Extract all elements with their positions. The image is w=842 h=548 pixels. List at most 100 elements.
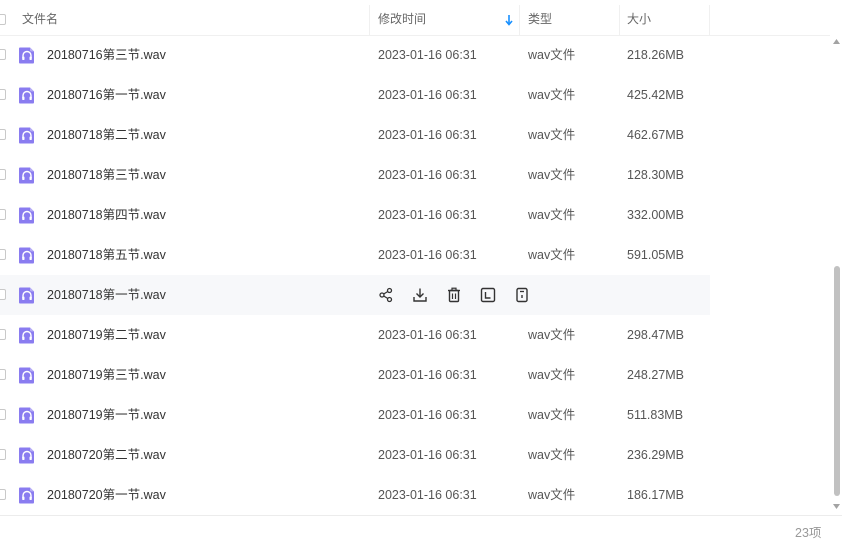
audio-file-icon (19, 247, 34, 264)
file-row[interactable]: 20180719第三节.wav 2023-01-16 06:31 wav文件 248.… (0, 355, 710, 395)
row-checkbox[interactable] (0, 209, 6, 220)
file-type: wav文件 (528, 168, 576, 182)
column-divider (619, 5, 620, 35)
file-type: wav文件 (528, 208, 576, 222)
audio-file-icon (19, 447, 34, 464)
file-list: 20180716第三节.wav 2023-01-16 06:31 wav文件 218.… (0, 35, 710, 515)
scroll-down-arrow-icon[interactable] (833, 504, 840, 509)
file-type: wav文件 (528, 368, 576, 382)
file-size: 462.67MB (627, 128, 684, 142)
row-checkbox[interactable] (0, 329, 6, 340)
footer-divider (0, 515, 842, 516)
download-icon[interactable] (412, 287, 428, 303)
file-name[interactable]: 20180718第四节.wav (47, 195, 166, 235)
table-header: 文件名 修改时间 类型 大小 (0, 5, 830, 36)
file-size: 186.17MB (627, 488, 684, 502)
scrollbar-thumb[interactable] (834, 266, 840, 496)
file-row[interactable]: 20180719第二节.wav 2023-01-16 06:31 wav文件 298.… (0, 315, 710, 355)
file-type: wav文件 (528, 488, 576, 502)
file-size: 591.05MB (627, 248, 684, 262)
modified-date: 2023-01-16 06:31 (378, 488, 477, 502)
column-divider (369, 5, 370, 35)
column-divider (709, 5, 710, 35)
file-type: wav文件 (528, 128, 576, 142)
file-size: 128.30MB (627, 168, 684, 182)
file-row[interactable]: 20180718第一节.wav (0, 275, 710, 315)
row-checkbox[interactable] (0, 49, 6, 60)
file-row[interactable]: 20180718第五节.wav 2023-01-16 06:31 wav文件 591.… (0, 235, 710, 275)
row-checkbox[interactable] (0, 409, 6, 420)
file-type: wav文件 (528, 48, 576, 62)
file-name[interactable]: 20180718第一节.wav (47, 275, 166, 315)
column-header-type[interactable]: 类型 (528, 5, 552, 35)
select-all-checkbox[interactable] (0, 14, 6, 25)
file-row[interactable]: 20180718第三节.wav 2023-01-16 06:31 wav文件 128.… (0, 155, 710, 195)
column-divider (519, 5, 520, 35)
file-name[interactable]: 20180720第一节.wav (47, 475, 166, 515)
file-type: wav文件 (528, 328, 576, 342)
scroll-up-arrow-icon[interactable] (833, 39, 840, 44)
file-row[interactable]: 20180719第一节.wav 2023-01-16 06:31 wav文件 511.… (0, 395, 710, 435)
file-name[interactable]: 20180720第二节.wav (47, 435, 166, 475)
row-checkbox[interactable] (0, 249, 6, 260)
file-name[interactable]: 20180716第三节.wav (47, 35, 166, 75)
file-name[interactable]: 20180718第三节.wav (47, 155, 166, 195)
audio-file-icon (19, 407, 34, 424)
row-checkbox[interactable] (0, 289, 6, 300)
file-row[interactable]: 20180720第一节.wav 2023-01-16 06:31 wav文件 186.… (0, 475, 710, 515)
audio-file-icon (19, 167, 34, 184)
row-checkbox[interactable] (0, 489, 6, 500)
modified-date: 2023-01-16 06:31 (378, 448, 477, 462)
file-row[interactable]: 20180716第三节.wav 2023-01-16 06:31 wav文件 218.… (0, 35, 710, 75)
modified-date: 2023-01-16 06:31 (378, 128, 477, 142)
rename-icon[interactable] (480, 287, 496, 303)
row-checkbox[interactable] (0, 449, 6, 460)
column-header-size[interactable]: 大小 (627, 5, 651, 35)
file-row[interactable]: 20180720第二节.wav 2023-01-16 06:31 wav文件 236.… (0, 435, 710, 475)
share-icon[interactable] (378, 287, 394, 303)
modified-date: 2023-01-16 06:31 (378, 208, 477, 222)
row-checkbox[interactable] (0, 169, 6, 180)
row-checkbox[interactable] (0, 129, 6, 140)
file-row[interactable]: 20180718第二节.wav 2023-01-16 06:31 wav文件 462.… (0, 115, 710, 155)
file-name[interactable]: 20180718第二节.wav (47, 115, 166, 155)
file-type: wav文件 (528, 408, 576, 422)
file-size: 218.26MB (627, 48, 684, 62)
column-header-modified[interactable]: 修改时间 (378, 5, 426, 35)
file-size: 332.00MB (627, 208, 684, 222)
more-icon[interactable] (514, 287, 530, 303)
modified-date: 2023-01-16 06:31 (378, 168, 477, 182)
audio-file-icon (19, 367, 34, 384)
delete-icon[interactable] (446, 287, 462, 303)
file-row[interactable]: 20180716第一节.wav 2023-01-16 06:31 wav文件 425.… (0, 75, 710, 115)
audio-file-icon (19, 487, 34, 504)
row-checkbox[interactable] (0, 369, 6, 380)
file-name[interactable]: 20180718第五节.wav (47, 235, 166, 275)
file-type: wav文件 (528, 248, 576, 262)
modified-date: 2023-01-16 06:31 (378, 408, 477, 422)
file-name[interactable]: 20180719第二节.wav (47, 315, 166, 355)
audio-file-icon (19, 287, 34, 304)
audio-file-icon (19, 207, 34, 224)
modified-date: 2023-01-16 06:31 (378, 88, 477, 102)
audio-file-icon (19, 47, 34, 64)
file-size: 511.83MB (627, 408, 684, 422)
row-checkbox[interactable] (0, 89, 6, 100)
audio-file-icon (19, 127, 34, 144)
audio-file-icon (19, 327, 34, 344)
file-size: 298.47MB (627, 328, 684, 342)
file-size: 236.29MB (627, 448, 684, 462)
column-header-name[interactable]: 文件名 (22, 5, 58, 35)
file-type: wav文件 (528, 88, 576, 102)
modified-date: 2023-01-16 06:31 (378, 328, 477, 342)
modified-date: 2023-01-16 06:31 (378, 48, 477, 62)
file-size: 425.42MB (627, 88, 684, 102)
sort-descending-icon[interactable] (505, 14, 513, 26)
modified-date: 2023-01-16 06:31 (378, 368, 477, 382)
modified-date: 2023-01-16 06:31 (378, 248, 477, 262)
file-name[interactable]: 20180719第三节.wav (47, 355, 166, 395)
file-row[interactable]: 20180718第四节.wav 2023-01-16 06:31 wav文件 332.… (0, 195, 710, 235)
file-name[interactable]: 20180716第一节.wav (47, 75, 166, 115)
file-name[interactable]: 20180719第一节.wav (47, 395, 166, 435)
item-count: 23项 (795, 526, 822, 540)
